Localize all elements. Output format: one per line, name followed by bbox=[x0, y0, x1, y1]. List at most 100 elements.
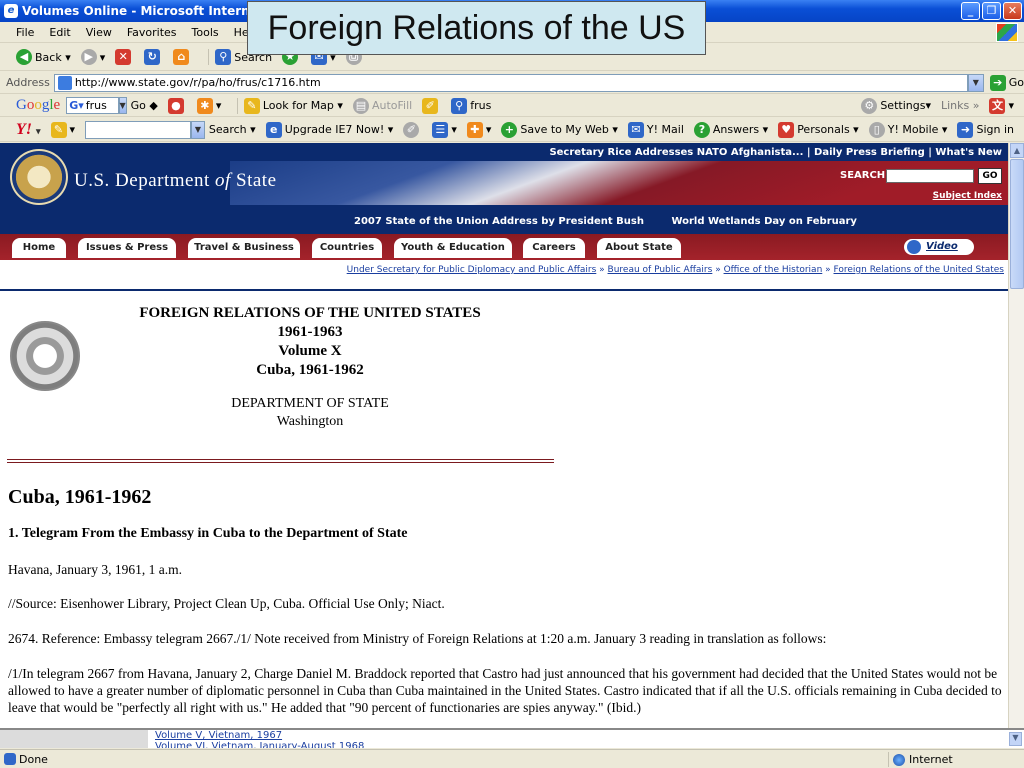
personals-button[interactable]: ♥ Personals ▾ bbox=[778, 121, 859, 138]
forward-button[interactable]: ▶ ▾ bbox=[80, 49, 105, 65]
tab-countries[interactable]: Countries bbox=[312, 238, 382, 258]
google-go-button[interactable]: Go ◆ bbox=[131, 99, 158, 112]
yahoo-mail-button[interactable]: ✉ Y! Mail bbox=[627, 121, 684, 138]
page-status-icon bbox=[4, 753, 16, 765]
volume-link[interactable]: Volume VI, Vietnam, January-August 1968 bbox=[155, 741, 364, 748]
home-button[interactable]: ⌂ bbox=[173, 49, 192, 65]
yahoo-pen-button[interactable]: ✐ bbox=[403, 121, 422, 138]
menu-file[interactable]: File bbox=[16, 26, 34, 39]
breadcrumb-link[interactable]: Under Secretary for Public Diplomacy and… bbox=[347, 265, 597, 275]
document-department: DEPARTMENT OF STATE Washington bbox=[70, 395, 550, 431]
video-button[interactable]: Video bbox=[904, 239, 974, 255]
popup-blocker-button[interactable]: ✱ ▾ bbox=[196, 97, 221, 114]
frus-label: frus bbox=[470, 99, 492, 112]
site-search-input[interactable] bbox=[886, 169, 974, 183]
minimize-button[interactable]: _ bbox=[961, 2, 980, 20]
breadcrumb-link[interactable]: Bureau of Public Affairs bbox=[608, 265, 713, 275]
menu-favorites[interactable]: Favorites bbox=[127, 26, 177, 39]
address-input[interactable]: http://www.state.gov/r/pa/ho/frus/c1716.… bbox=[53, 73, 968, 92]
sign-in-label: Sign in bbox=[976, 123, 1014, 136]
dept-name-pre: U.S. Department bbox=[74, 170, 215, 191]
scroll-up-arrow-icon[interactable]: ▲ bbox=[1010, 143, 1024, 158]
yahoo-menu-button[interactable]: ☰ ▾ bbox=[432, 121, 457, 138]
dept-name-of: of bbox=[214, 170, 231, 191]
stop-icon: ✕ bbox=[115, 49, 132, 65]
menu-view[interactable]: View bbox=[86, 26, 112, 39]
breadcrumb-link[interactable]: Foreign Relations of the United States bbox=[834, 265, 1004, 275]
banner-divider bbox=[0, 289, 1008, 291]
translate-button[interactable]: 文 ▾ bbox=[989, 97, 1014, 114]
address-bar: Address http://www.state.gov/r/pa/ho/fru… bbox=[0, 72, 1024, 94]
links-label: Links bbox=[940, 99, 970, 112]
refresh-button[interactable]: ↻ bbox=[144, 49, 163, 65]
highlight-button[interactable]: ✐ bbox=[422, 97, 441, 114]
yahoo-mobile-button[interactable]: ▯ Y! Mobile ▾ bbox=[868, 121, 947, 138]
google-dropdown-button[interactable]: ▼ bbox=[118, 97, 127, 114]
answers-button[interactable]: ? Answers ▾ bbox=[693, 121, 768, 138]
autofill-button[interactable]: ▤ AutoFill bbox=[352, 97, 412, 114]
yahoo-logo[interactable]: Y! ▾ bbox=[16, 121, 41, 139]
tab-home[interactable]: Home bbox=[12, 238, 66, 258]
restore-button[interactable]: ❐ bbox=[982, 2, 1001, 20]
grid-icon: ✚ bbox=[466, 121, 483, 138]
go-button[interactable]: ➔ Go bbox=[989, 74, 1024, 91]
breadcrumb: Under Secretary for Public Diplomacy and… bbox=[346, 265, 1004, 275]
ie-icon: e bbox=[4, 4, 18, 18]
save-to-my-web-button[interactable]: + Save to My Web ▾ bbox=[501, 121, 618, 138]
vertical-scrollbar[interactable]: ▲ bbox=[1008, 143, 1024, 728]
tab-youth-education[interactable]: Youth & Education bbox=[394, 238, 512, 258]
page-icon bbox=[57, 75, 72, 90]
look-for-map-button[interactable]: ✎ Look for Map ▾ bbox=[243, 97, 343, 114]
yahoo-grid-button[interactable]: ✚ ▾ bbox=[466, 121, 491, 138]
frus-button[interactable]: ⚲ frus bbox=[451, 97, 492, 114]
links-button[interactable]: Links » bbox=[941, 99, 980, 112]
google-search-input[interactable]: G▾ frus bbox=[66, 97, 119, 114]
yahoo-search-input[interactable] bbox=[85, 120, 192, 139]
stop-button[interactable]: ✕ bbox=[115, 49, 134, 65]
news-link[interactable]: 2007 State of the Union Address by Presi… bbox=[354, 216, 644, 227]
yahoo-toolbar: Y! ▾ ✎ ▾ ▼ Search ▾ e Upgrade IE7 Now! ▾ ✐… bbox=[0, 118, 1024, 142]
yahoo-search-button[interactable]: Search ▾ bbox=[209, 123, 256, 136]
personals-icon: ♥ bbox=[778, 121, 795, 138]
address-dropdown-button[interactable]: ▼ bbox=[967, 73, 984, 92]
menu-edit[interactable]: Edit bbox=[49, 26, 70, 39]
subject-index-link[interactable]: Subject Index bbox=[933, 191, 1002, 201]
autofill-icon: ▤ bbox=[352, 97, 369, 114]
site-go-button[interactable]: GO bbox=[978, 168, 1002, 184]
upgrade-label: Upgrade IE7 Now! bbox=[284, 123, 385, 136]
tab-careers[interactable]: Careers bbox=[523, 238, 585, 258]
yahoo-pencil-button[interactable]: ✎ ▾ bbox=[50, 121, 75, 138]
tab-about-state[interactable]: About State bbox=[597, 238, 681, 258]
scroll-thumb[interactable] bbox=[1010, 159, 1024, 289]
google-settings-button[interactable]: ⚙ Settings ▾ bbox=[861, 97, 931, 114]
scroll-down-arrow-icon[interactable]: ▼ bbox=[1009, 732, 1022, 746]
ie-icon: e bbox=[265, 121, 282, 138]
status-bar: Done Internet bbox=[0, 749, 1024, 768]
yahoo-dropdown-button[interactable]: ▼ bbox=[191, 120, 205, 139]
tab-issues-press[interactable]: Issues & Press bbox=[78, 238, 176, 258]
breadcrumb-link[interactable]: Office of the Historian bbox=[724, 265, 823, 275]
dept-line: Washington bbox=[276, 414, 344, 429]
sign-in-button[interactable]: ➜ Sign in bbox=[957, 121, 1014, 138]
title-line: 1961-1963 bbox=[277, 324, 343, 340]
close-button[interactable]: ✕ bbox=[1003, 2, 1022, 20]
tab-travel-business[interactable]: Travel & Business bbox=[188, 238, 300, 258]
refresh-icon: ↻ bbox=[144, 49, 161, 65]
forward-arrow-icon: ▶ bbox=[80, 49, 97, 65]
volume-link[interactable]: Volume V, Vietnam, 1967 bbox=[155, 730, 282, 741]
back-button[interactable]: ◀ Back ▾ bbox=[16, 49, 71, 65]
list-icon: ☰ bbox=[432, 121, 449, 138]
address-url: http://www.state.gov/r/pa/ho/frus/c1716.… bbox=[74, 76, 321, 89]
look-for-map-label: Look for Map bbox=[262, 99, 334, 112]
news-link[interactable]: World Wetlands Day on February bbox=[671, 216, 857, 227]
upgrade-ie7-button[interactable]: e Upgrade IE7 Now! ▾ bbox=[265, 121, 393, 138]
title-line: FOREIGN RELATIONS OF THE UNITED STATES bbox=[139, 305, 481, 321]
paragraph: /1/In telegram 2667 from Havana, January… bbox=[8, 666, 1002, 715]
mobile-label: Y! Mobile bbox=[887, 123, 939, 136]
paragraph: 2674. Reference: Embassy telegram 2667./… bbox=[8, 631, 827, 646]
menu-tools[interactable]: Tools bbox=[192, 26, 219, 39]
top-links[interactable]: Secretary Rice Addresses NATO Afghanista… bbox=[549, 147, 1002, 158]
pagerank-button[interactable]: ● bbox=[167, 97, 187, 114]
google-query: frus bbox=[85, 99, 107, 112]
home-icon: ⌂ bbox=[173, 49, 190, 65]
